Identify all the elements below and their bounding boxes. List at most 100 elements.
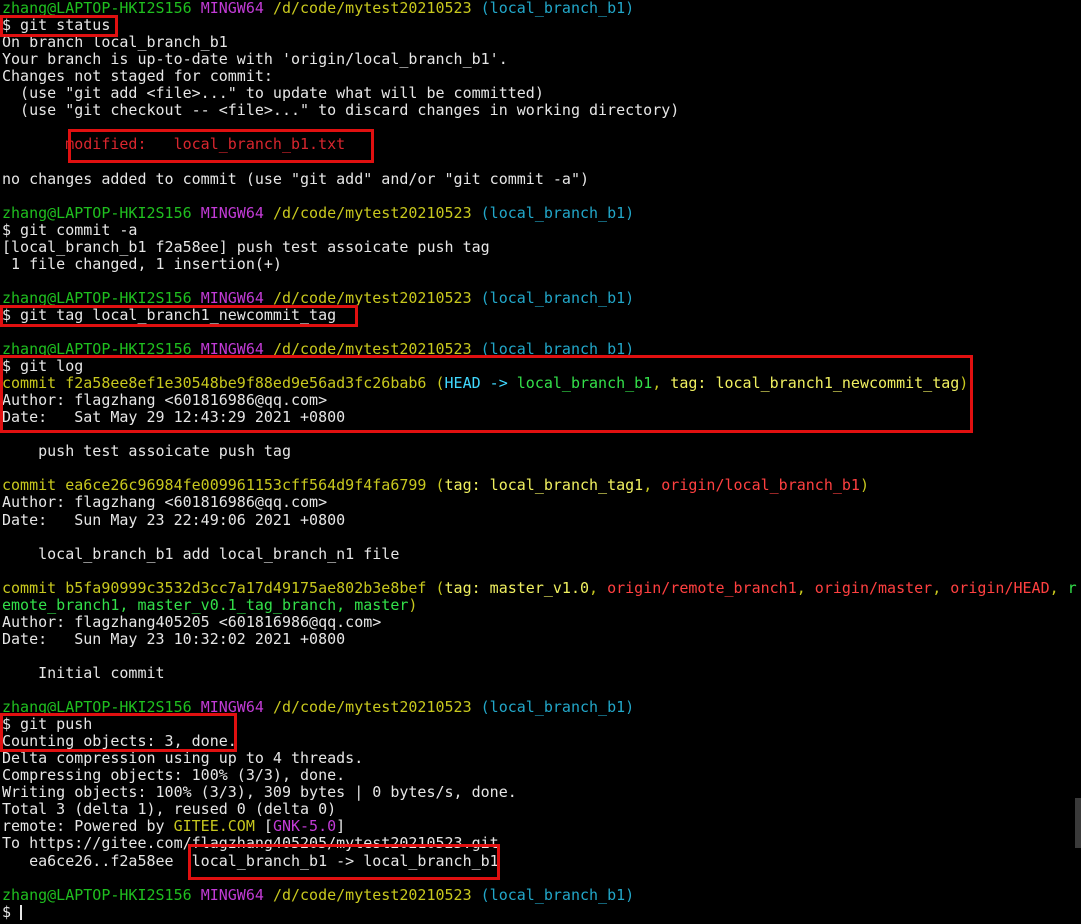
terminal-text: ,	[643, 476, 662, 495]
terminal-text: ,	[652, 374, 671, 393]
terminal-line: To https://gitee.com/flagzhang405205/myt…	[2, 835, 499, 852]
terminal-text: zhang@LAPTOP-HKI2S156	[2, 340, 201, 358]
terminal-line: Counting objects: 3, done.	[2, 733, 237, 750]
terminal-text: zhang@LAPTOP-HKI2S156	[2, 698, 201, 717]
terminal-text: Author: flagzhang405205 <601816986@qq.co…	[2, 612, 382, 631]
terminal-text: Delta compression using up to 4 threads.	[2, 749, 364, 768]
terminal-line: emote_branch1, master_v0.1_tag_branch, m…	[2, 595, 417, 614]
terminal-text: origin/remote_branch1	[607, 578, 797, 597]
terminal-text: local_branch_b1	[516, 374, 653, 393]
terminal-text: Changes not staged for commit:	[2, 67, 273, 86]
terminal-text: modified: local_branch_b1.txt	[2, 135, 346, 154]
terminal-line: (use "git checkout -- <file>..." to disc…	[2, 102, 679, 119]
terminal-text: zhang@LAPTOP-HKI2S156	[2, 0, 201, 17]
terminal-line: Author: flagzhang <601816986@qq.com>	[2, 392, 327, 409]
terminal-line: $	[2, 902, 23, 921]
terminal-text: (use "git add <file>..." to update what …	[2, 84, 544, 103]
terminal-text: /d/code/mytest20210523	[272, 885, 481, 904]
terminal-output[interactable]: zhang@LAPTOP-HKI2S156 MINGW64 /d/code/my…	[2, 0, 1081, 924]
terminal-text: )	[959, 374, 969, 393]
terminal-text: zhang@LAPTOP-HKI2S156	[2, 203, 201, 222]
terminal-text: MINGW64	[200, 698, 273, 717]
terminal-line: Author: flagzhang405205 <601816986@qq.co…	[2, 612, 382, 631]
terminal-text: $ git tag local_branch1_newcommit_tag	[2, 305, 337, 324]
terminal-text: $ git log	[2, 357, 84, 376]
terminal-line: Date: Sun May 23 22:49:06 2021 +0800	[2, 511, 345, 529]
terminal-text: MINGW64	[200, 0, 273, 17]
terminal-text: MINGW64	[200, 288, 273, 307]
terminal-text: GNK-5.0	[272, 817, 337, 836]
terminal-line: Changes not staged for commit:	[2, 68, 273, 85]
terminal-text: /d/code/mytest20210523	[272, 288, 481, 307]
terminal-line: On branch local_branch_b1	[2, 34, 228, 51]
terminal-line: Compressing objects: 100% (3/3), done.	[2, 767, 345, 784]
terminal-text: (local_branch_b1)	[480, 0, 635, 17]
terminal-text: no changes added to commit (use "git add…	[2, 169, 589, 188]
terminal-line: zhang@LAPTOP-HKI2S156 MINGW64 /d/code/my…	[2, 0, 634, 17]
terminal-line: Your branch is up-to-date with 'origin/l…	[2, 51, 508, 68]
terminal-text: Your branch is up-to-date with 'origin/l…	[2, 50, 508, 69]
terminal-text: push test assoicate push tag	[2, 442, 291, 461]
terminal-line: [local_branch_b1 f2a58ee] push test asso…	[2, 237, 490, 256]
terminal-text: commit f2a58ee8ef1e30548be9f88ed9e56ad3f…	[2, 374, 436, 393]
terminal-line: $ git push	[2, 716, 92, 733]
terminal-text: Counting objects: 3, done.	[2, 732, 237, 751]
terminal-line: zhang@LAPTOP-HKI2S156 MINGW64 /d/code/my…	[2, 203, 634, 222]
terminal-line: Delta compression using up to 4 threads.	[2, 750, 363, 767]
terminal-text: commit b5fa90999c3532d3cc7a17d49175ae802…	[2, 578, 436, 597]
terminal-text: Initial commit	[2, 663, 165, 682]
terminal-line: $ git status	[2, 17, 110, 34]
terminal-text: Date: Sun May 23 10:32:02 2021 +0800	[2, 629, 346, 648]
terminal-text: [local_branch_b1 f2a58ee] push test asso…	[2, 237, 490, 256]
terminal-line: $ git tag local_branch1_newcommit_tag	[2, 305, 337, 324]
terminal-text: tag: master_v1.0	[444, 578, 590, 597]
terminal-text: ,	[589, 578, 608, 597]
terminal-text: remote: Powered by	[2, 817, 174, 836]
terminal-text: origin/master	[814, 578, 933, 597]
terminal-text: HEAD ->	[444, 374, 517, 393]
terminal-text: (	[435, 476, 445, 495]
terminal-line: $ git log	[2, 358, 83, 375]
scrollbar-thumb[interactable]	[1075, 798, 1081, 848]
terminal-text: emote_branch1, master_v0.1_tag_branch, m…	[2, 595, 409, 614]
terminal-text: [	[263, 817, 273, 836]
terminal-text: MINGW64	[200, 340, 273, 358]
terminal-text: /d/code/mytest20210523	[272, 0, 481, 17]
terminal-line: 1 file changed, 1 insertion(+)	[2, 254, 282, 273]
terminal-text: (local_branch_b1)	[480, 288, 635, 307]
terminal-text: origin/HEAD	[950, 578, 1050, 597]
terminal-text: Writing objects: 100% (3/3), 309 bytes |…	[2, 783, 517, 802]
terminal-text: ,	[796, 578, 815, 597]
terminal-text: Total 3 (delta 1), reused 0 (delta 0)	[2, 800, 337, 819]
terminal-line: commit f2a58ee8ef1e30548be9f88ed9e56ad3f…	[2, 375, 968, 392]
terminal-line: zhang@LAPTOP-HKI2S156 MINGW64 /d/code/my…	[2, 288, 635, 307]
terminal-text: $ git push	[2, 715, 93, 734]
terminal-text: ,	[932, 578, 951, 597]
terminal-line: Initial commit	[2, 663, 165, 682]
terminal-line: (use "git add <file>..." to update what …	[2, 85, 544, 102]
terminal-text: GITEE.COM	[173, 817, 264, 836]
terminal-line: commit b5fa90999c3532d3cc7a17d49175ae802…	[2, 578, 1077, 597]
terminal-line: Author: flagzhang <601816986@qq.com>	[2, 494, 327, 511]
terminal-text: Compressing objects: 100% (3/3), done.	[2, 766, 346, 785]
terminal-text: )	[859, 476, 869, 495]
terminal-text: MINGW64	[200, 203, 273, 222]
terminal-line: zhang@LAPTOP-HKI2S156 MINGW64 /d/code/my…	[2, 699, 634, 716]
terminal-text: 1 file changed, 1 insertion(+)	[2, 254, 282, 273]
terminal-text: /d/code/mytest20210523	[272, 698, 481, 717]
terminal-text: MINGW64	[200, 885, 273, 904]
terminal-line: Date: Sun May 23 10:32:02 2021 +0800	[2, 629, 346, 648]
terminal-text: Date: Sat May 29 12:43:29 2021 +0800	[2, 408, 346, 427]
terminal-text: (local_branch_b1)	[480, 885, 635, 904]
terminal-line: zhang@LAPTOP-HKI2S156 MINGW64 /d/code/my…	[2, 341, 634, 358]
terminal-text: ea6ce26..f2a58ee local_branch_b1 -> loca…	[2, 851, 499, 870]
terminal-line: $ git commit -a	[2, 221, 137, 239]
terminal-text: $	[2, 902, 21, 921]
terminal-line: ea6ce26..f2a58ee local_branch_b1 -> loca…	[2, 851, 499, 870]
terminal-text: zhang@LAPTOP-HKI2S156	[2, 885, 201, 904]
terminal-text: Author: flagzhang <601816986@qq.com>	[2, 391, 328, 410]
terminal-line: Writing objects: 100% (3/3), 309 bytes |…	[2, 784, 517, 801]
text-cursor	[20, 904, 23, 920]
terminal-text: local_branch_b1 add local_branch_n1 file	[2, 544, 400, 563]
terminal-line: local_branch_b1 add local_branch_n1 file	[2, 544, 400, 563]
